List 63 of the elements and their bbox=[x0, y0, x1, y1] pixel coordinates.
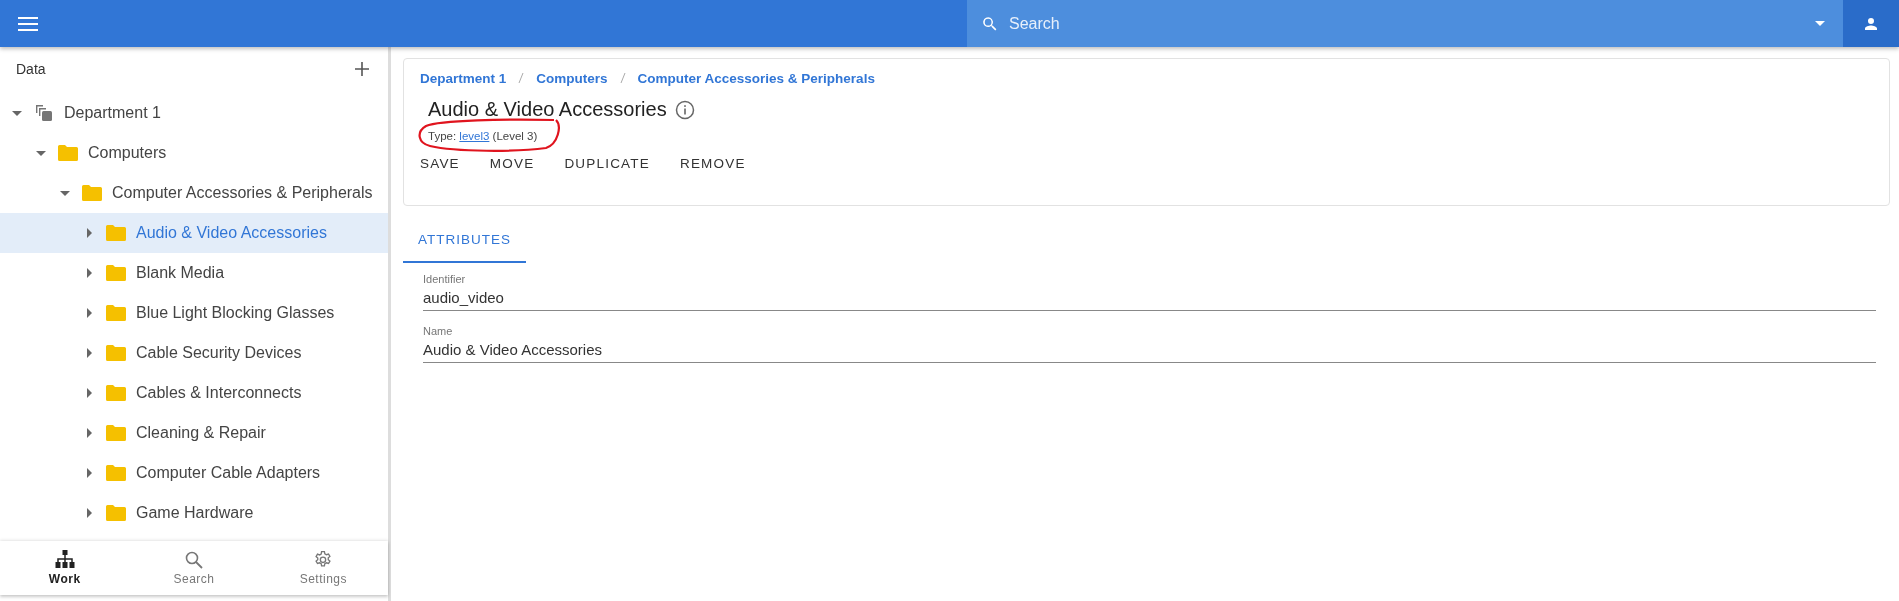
field-label: Identifier bbox=[423, 273, 467, 285]
account-button[interactable] bbox=[1843, 0, 1899, 47]
info-icon[interactable] bbox=[674, 99, 695, 120]
caret-right-icon[interactable] bbox=[84, 428, 94, 438]
tree-item[interactable]: Blank Media bbox=[0, 253, 388, 293]
tree-item[interactable]: Department 1 bbox=[0, 93, 388, 133]
breadcrumb-link[interactable]: Computers bbox=[536, 71, 608, 86]
tree-item[interactable]: Cleaning & Repair bbox=[0, 413, 388, 453]
caret-down-icon[interactable] bbox=[36, 148, 46, 158]
tree-item[interactable]: Computer Accessories & Peripherals bbox=[0, 173, 388, 213]
type-link[interactable]: level3 bbox=[459, 130, 490, 142]
folder-icon bbox=[106, 425, 126, 441]
caret-right-icon[interactable] bbox=[84, 308, 94, 318]
search-bar[interactable]: Search bbox=[967, 0, 1843, 47]
tree-item[interactable]: Blue Light Blocking Glasses bbox=[0, 293, 388, 333]
nav-tab[interactable]: Search bbox=[129, 541, 259, 595]
caret-right-icon[interactable] bbox=[84, 348, 94, 358]
action-button[interactable]: MOVE bbox=[489, 152, 535, 175]
nav-tab[interactable]: Work bbox=[0, 541, 130, 595]
action-button[interactable]: REMOVE bbox=[679, 152, 746, 175]
dropdown-caret-icon[interactable] bbox=[1815, 21, 1825, 26]
folder-icon bbox=[106, 225, 126, 241]
folder-icon bbox=[106, 505, 126, 521]
caret-down-icon[interactable] bbox=[60, 188, 70, 198]
folder-icon bbox=[82, 185, 102, 201]
breadcrumb-link[interactable]: Department 1 bbox=[420, 71, 507, 86]
tree-item[interactable]: Cable Security Devices bbox=[0, 333, 388, 373]
settings-icon bbox=[313, 550, 334, 570]
caret-right-icon[interactable] bbox=[84, 228, 94, 238]
page-title: Audio & Video Accessories bbox=[428, 98, 667, 121]
folder-icon bbox=[106, 385, 126, 401]
tree-item[interactable]: Computer Cable Adapters bbox=[0, 453, 388, 493]
folder-icon bbox=[106, 305, 126, 321]
folder-icon bbox=[58, 145, 78, 161]
search-icon bbox=[981, 14, 999, 33]
slash-separator-icon bbox=[619, 73, 626, 83]
action-button[interactable]: DUPLICATE bbox=[564, 152, 650, 175]
slash-separator-icon bbox=[518, 73, 525, 83]
field-label: Name bbox=[423, 325, 454, 337]
type-label: Type: level3 (Level 3) bbox=[428, 130, 538, 142]
caret-right-icon[interactable] bbox=[84, 268, 94, 278]
tab[interactable]: ATTRIBUTES bbox=[403, 220, 526, 263]
caret-right-icon[interactable] bbox=[84, 508, 94, 518]
caret-right-icon[interactable] bbox=[84, 388, 94, 398]
nav-tab[interactable]: Settings bbox=[258, 541, 388, 595]
search-field[interactable]: Search bbox=[1007, 13, 1807, 34]
folder-icon bbox=[106, 465, 126, 481]
tree-item[interactable]: Audio & Video Accessories bbox=[0, 213, 388, 253]
folder-icon bbox=[106, 345, 126, 361]
caret-down-icon[interactable] bbox=[12, 108, 22, 118]
action-button[interactable]: SAVE bbox=[420, 152, 460, 175]
tree-item[interactable]: Game Hardware bbox=[0, 493, 388, 533]
breadcrumb-link[interactable]: Computer Accessories & Peripherals bbox=[637, 71, 875, 86]
tree-item[interactable]: Computers bbox=[0, 133, 388, 173]
search-icon bbox=[184, 550, 204, 570]
menu-icon bbox=[18, 16, 38, 31]
panel-title: Data bbox=[16, 61, 46, 77]
stacked-pages-icon bbox=[34, 103, 54, 123]
caret-right-icon[interactable] bbox=[84, 468, 94, 478]
folder-icon bbox=[106, 265, 126, 281]
add-icon[interactable] bbox=[354, 61, 370, 77]
hierarchy-icon bbox=[54, 550, 75, 570]
tree-item[interactable]: Cables & Interconnects bbox=[0, 373, 388, 413]
